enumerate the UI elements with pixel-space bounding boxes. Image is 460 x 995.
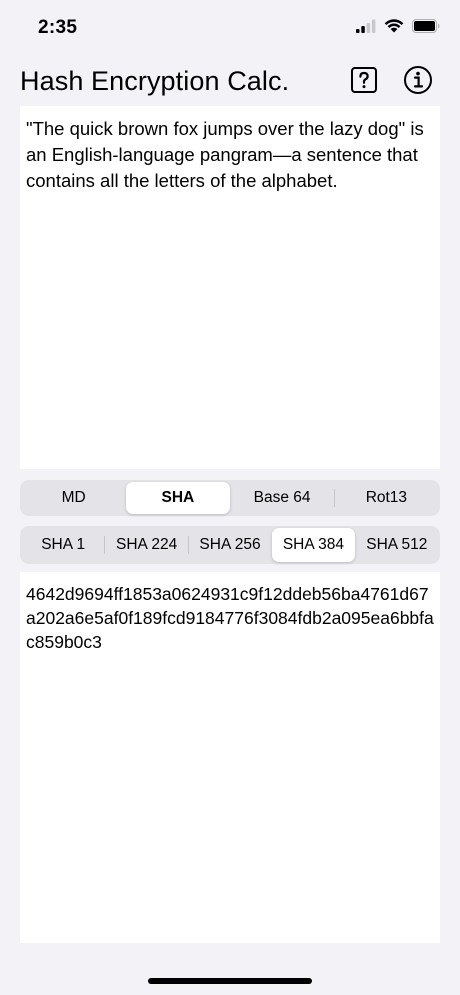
page-title: Hash Encryption Calc. bbox=[20, 66, 290, 96]
info-button[interactable] bbox=[402, 65, 434, 100]
input-text-area[interactable]: "The quick brown fox jumps over the lazy… bbox=[20, 106, 440, 469]
segment-sha-512[interactable]: SHA 512 bbox=[356, 528, 438, 562]
segment-sha[interactable]: SHA bbox=[126, 482, 230, 514]
signal-icon bbox=[356, 19, 376, 38]
segment-sha-256[interactable]: SHA 256 bbox=[189, 528, 271, 562]
category-segmented-control: MD SHA Base 64 Rot13 bbox=[20, 480, 440, 516]
algorithm-segmented-control: SHA 1 SHA 224 SHA 256 SHA 384 SHA 512 bbox=[20, 526, 440, 564]
segment-sha-384[interactable]: SHA 384 bbox=[272, 528, 355, 562]
segment-rot13[interactable]: Rot13 bbox=[335, 482, 438, 514]
battery-icon bbox=[412, 18, 440, 38]
home-indicator[interactable] bbox=[148, 978, 312, 984]
nav-bar: Hash Encryption Calc. bbox=[0, 58, 460, 104]
status-bar: 2:35 bbox=[0, 0, 460, 56]
status-icons bbox=[356, 17, 440, 39]
hash-output-area[interactable]: 4642d9694ff1853a0624931c9f12ddeb56ba4761… bbox=[20, 572, 440, 943]
wifi-icon bbox=[384, 18, 404, 38]
segment-sha-224[interactable]: SHA 224 bbox=[105, 528, 187, 562]
info-icon bbox=[403, 65, 433, 100]
question-mark-icon bbox=[350, 66, 378, 99]
segment-md[interactable]: MD bbox=[22, 482, 125, 514]
segment-base64[interactable]: Base 64 bbox=[231, 482, 334, 514]
status-time: 2:35 bbox=[38, 17, 78, 38]
help-button[interactable] bbox=[348, 66, 380, 98]
segment-sha-1[interactable]: SHA 1 bbox=[22, 528, 104, 562]
